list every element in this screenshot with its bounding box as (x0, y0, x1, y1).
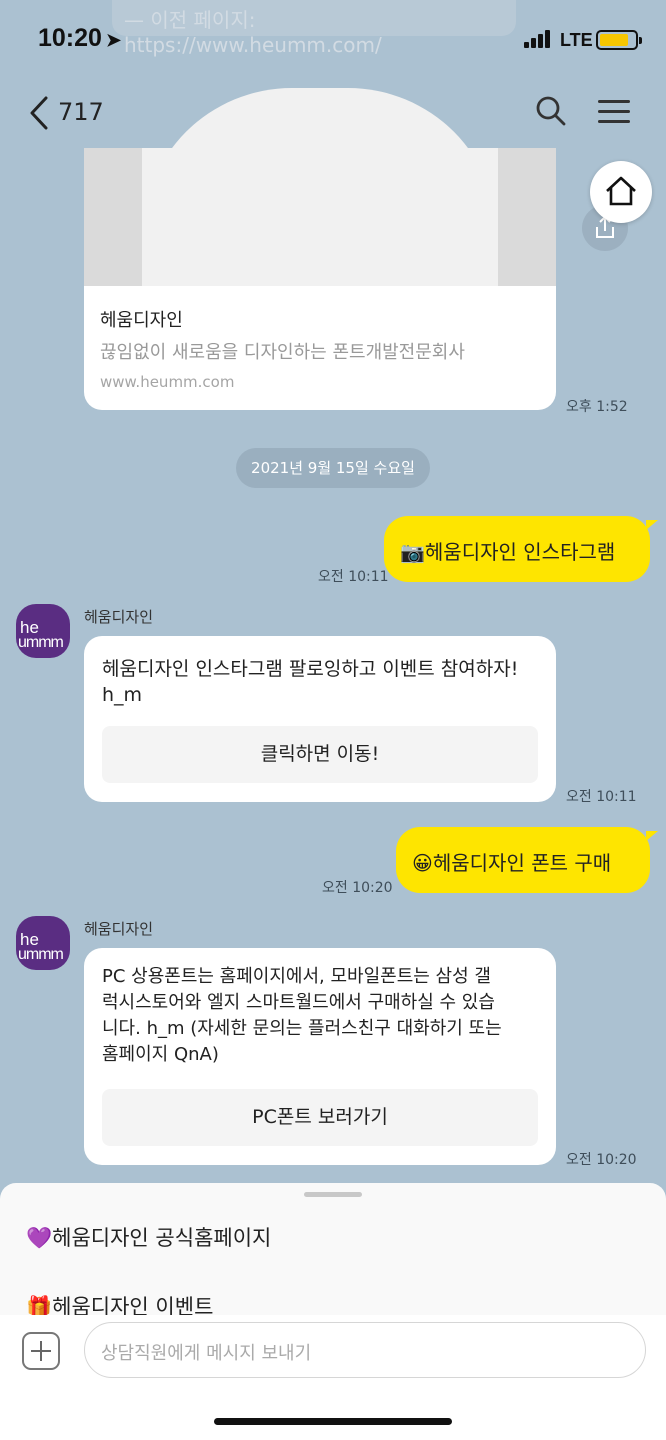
menu-item-homepage[interactable]: 💜헤움디자인 공식홈페이지 (26, 1222, 271, 1252)
sheet-grabber[interactable] (304, 1192, 362, 1197)
status-time: 10:20 ➤ (38, 24, 122, 52)
message-time: 오후 1:52 (566, 399, 628, 415)
plus-icon (31, 1341, 51, 1361)
date-divider: 2021년 9월 15일 수요일 (236, 448, 430, 488)
sent-message-bubble[interactable]: 📷헤움디자인 인스타그램 (384, 516, 650, 582)
menu-label: 헤움디자인 이벤트 (52, 1295, 214, 1315)
home-indicator (214, 1418, 452, 1425)
link-url: www.heumm.com (100, 373, 235, 391)
message-text: 헤움디자인 인스타그램 (424, 540, 616, 564)
location-arrow-icon: ➤ (105, 30, 122, 50)
message-time: 오전 10:20 (322, 880, 393, 896)
previous-page-url: — 이전 페이지: https://www.heumm.com/ (112, 0, 516, 57)
link-description: 끊임없이 새로움을 디자인하는 폰트개발전문회사 (100, 342, 465, 363)
sent-message-bubble[interactable]: 😀헤움디자인 폰트 구매 (396, 827, 650, 893)
sender-name: 헤움디자인 (84, 920, 154, 938)
heart-emoji: 💜 (26, 1226, 53, 1250)
link-title: 헤움디자인 (100, 310, 183, 331)
avatar[interactable]: he ummm (16, 916, 70, 970)
menu-item-event[interactable]: 🎁헤움디자인 이벤트 (26, 1291, 213, 1315)
move-button[interactable]: 클릭하면 이동! (102, 726, 538, 783)
gift-emoji: 🎁 (26, 1295, 53, 1315)
home-icon (606, 176, 636, 206)
menu-item-event-clip: 🎁헤움디자인 이벤트 (0, 1289, 666, 1315)
home-button[interactable] (590, 161, 652, 223)
avatar[interactable]: he ummm (16, 604, 70, 658)
message-time: 오전 10:11 (318, 569, 389, 585)
signal-icon (524, 30, 554, 48)
message-time: 오전 10:20 (566, 1152, 637, 1168)
network-label: LTE (560, 30, 593, 50)
search-icon[interactable] (536, 96, 566, 126)
bubble-tail (646, 520, 658, 530)
back-button[interactable]: 717 (30, 94, 110, 134)
message-text: 헤움디자인 폰트 구매 (432, 851, 612, 875)
message-text: PC 상용폰트는 홈페이지에서, 모바일폰트는 삼성 갤 럭시스토어와 엘지 스마… (102, 966, 502, 1065)
sender-name: 헤움디자인 (84, 608, 154, 626)
message-text: 헤움디자인 인스타그램 팔로잉하고 이벤트 참여하자! h_m (102, 658, 519, 706)
back-chevron-icon (30, 96, 48, 130)
link-preview-image[interactable] (84, 88, 556, 286)
unread-count: 717 (58, 98, 104, 126)
camera-emoji: 📷 (400, 540, 425, 564)
bubble-tail (646, 831, 658, 841)
menu-label: 헤움디자인 공식홈페이지 (52, 1226, 272, 1250)
message-input[interactable]: 상담직원에게 메시지 보내기 (84, 1322, 646, 1378)
message-time: 오전 10:11 (566, 789, 637, 805)
pc-font-button[interactable]: PC폰트 보러가기 (102, 1089, 538, 1146)
battery-icon (596, 30, 642, 50)
attach-button[interactable] (22, 1332, 60, 1370)
menu-icon[interactable] (598, 100, 630, 124)
smile-emoji: 😀 (412, 851, 433, 875)
